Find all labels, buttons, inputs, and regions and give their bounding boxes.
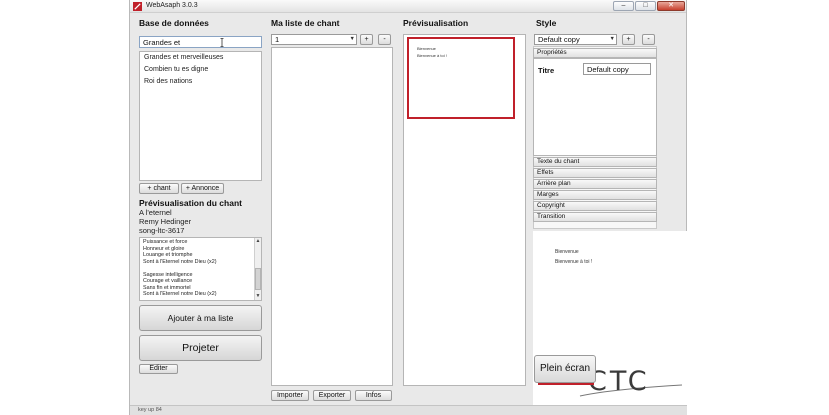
title-property-input[interactable]: Default copy — [583, 63, 651, 75]
fullscreen-button[interactable]: Plein écran — [534, 355, 596, 383]
info-button[interactable]: Infos — [355, 390, 392, 401]
dropdown-icon: ▼ — [609, 36, 615, 42]
window-title: WebAsaph 3.0.3 — [146, 2, 198, 9]
maximize-icon: □ — [643, 2, 648, 9]
text-cursor-icon — [220, 38, 224, 47]
close-button[interactable]: ✕ — [657, 1, 685, 11]
margins-section[interactable]: Marges — [533, 190, 657, 200]
export-button[interactable]: Exporter — [313, 390, 351, 401]
status-text: key up 84 — [138, 407, 162, 413]
database-heading: Base de données — [139, 18, 209, 28]
ctc-logo-text: CTC — [588, 369, 650, 397]
style-remove-button[interactable]: - — [642, 34, 655, 45]
lyrics-scrollbar[interactable]: ▲ ▼ — [254, 238, 261, 300]
style-select[interactable]: Default copy ▼ — [534, 34, 617, 45]
import-button[interactable]: Importer — [271, 390, 309, 401]
search-results-list: Grandes et merveilleuses Combien tu es d… — [139, 51, 262, 181]
lyric-line: Louange et triomphe — [143, 252, 193, 258]
song-author: Remy Hedinger — [139, 217, 192, 226]
title-property-value: Default copy — [587, 65, 629, 74]
setlist-list[interactable] — [271, 47, 393, 386]
effects-section[interactable]: Effets — [533, 168, 657, 178]
add-song-button[interactable]: + chant — [139, 183, 179, 194]
search-input-value: Grandes et — [143, 38, 181, 47]
preview-list: Bienvenue Bienvenue à toi ! — [403, 34, 526, 386]
maximize-button[interactable]: □ — [635, 1, 656, 11]
scrollbar-thumb[interactable] — [255, 268, 261, 290]
preview-heading: Prévisualisation — [403, 18, 469, 28]
output-line-1: Bienvenue — [555, 249, 579, 255]
scroll-down-icon[interactable]: ▼ — [255, 293, 261, 299]
slide-thumbnail[interactable]: Bienvenue Bienvenue à toi ! — [407, 37, 515, 119]
scroll-up-icon[interactable]: ▲ — [255, 238, 261, 244]
copyright-section[interactable]: Copyright — [533, 201, 657, 211]
output-line-2: Bienvenue à toi ! — [555, 259, 593, 265]
app-logo-icon — [133, 2, 142, 11]
slide-line-2: Bienvenue à toi ! — [417, 53, 447, 58]
title-bar: WebAsaph 3.0.3 – □ ✕ — [130, 0, 686, 13]
lyric-line: Sans fin et immortel — [143, 284, 191, 291]
background-section[interactable]: Arrière plan — [533, 179, 657, 189]
properties-content: Titre Default copy — [533, 58, 657, 156]
list-item[interactable]: Grandes et merveilleuses — [144, 54, 223, 61]
style-add-button[interactable]: + — [622, 34, 635, 45]
close-icon: ✕ — [668, 2, 674, 9]
song-preview-heading: Prévisualisation du chant — [139, 198, 242, 208]
slide-line-1: Bienvenue — [417, 46, 436, 51]
lyrics-preview: Puissance et force Honneur et gloire Lou… — [139, 237, 262, 301]
song-title: A l'eternel — [139, 208, 172, 217]
lyric-line: Sagesse intelligence — [143, 271, 193, 278]
transition-section[interactable]: Transition — [533, 212, 657, 222]
setlist-select[interactable]: 1 ▼ — [271, 34, 357, 45]
lyric-line: Sont à l'Eternel notre Dieu (x2) — [143, 291, 217, 297]
list-item[interactable]: Combien tu es digne — [144, 66, 208, 73]
lyric-line: Sont à l'Eternel notre Dieu (x2) — [143, 258, 217, 265]
setlist-select-value: 1 — [275, 35, 280, 44]
list-item[interactable]: Roi des nations — [144, 78, 192, 85]
lyric-line: Courage et vaillance — [143, 278, 193, 284]
lyric-line: Honneur et gloire — [143, 245, 185, 252]
style-heading: Style — [536, 18, 557, 28]
lyrics-text-section[interactable]: Texte du chant — [533, 157, 657, 167]
setlist-heading: Ma liste de chant — [271, 18, 340, 28]
style-select-value: Default copy — [538, 35, 580, 44]
edit-button[interactable]: Editer — [139, 364, 178, 374]
add-announce-button[interactable]: + Annonce — [181, 183, 224, 194]
minimize-icon: – — [621, 2, 626, 9]
title-property-label: Titre — [538, 66, 555, 75]
add-to-list-button[interactable]: Ajouter à ma liste — [139, 305, 262, 331]
properties-section[interactable]: Propriétés — [533, 48, 657, 58]
setlist-remove-button[interactable]: - — [378, 34, 391, 45]
dropdown-icon: ▼ — [349, 36, 355, 42]
search-input[interactable]: Grandes et — [139, 36, 262, 48]
minimize-button[interactable]: – — [613, 1, 634, 11]
status-bar: key up 84 — [130, 405, 687, 415]
lyric-line: Puissance et force — [143, 239, 188, 245]
setlist-add-button[interactable]: + — [360, 34, 373, 45]
song-id: song-ltc-3617 — [139, 226, 185, 235]
project-button[interactable]: Projeter — [139, 335, 262, 361]
